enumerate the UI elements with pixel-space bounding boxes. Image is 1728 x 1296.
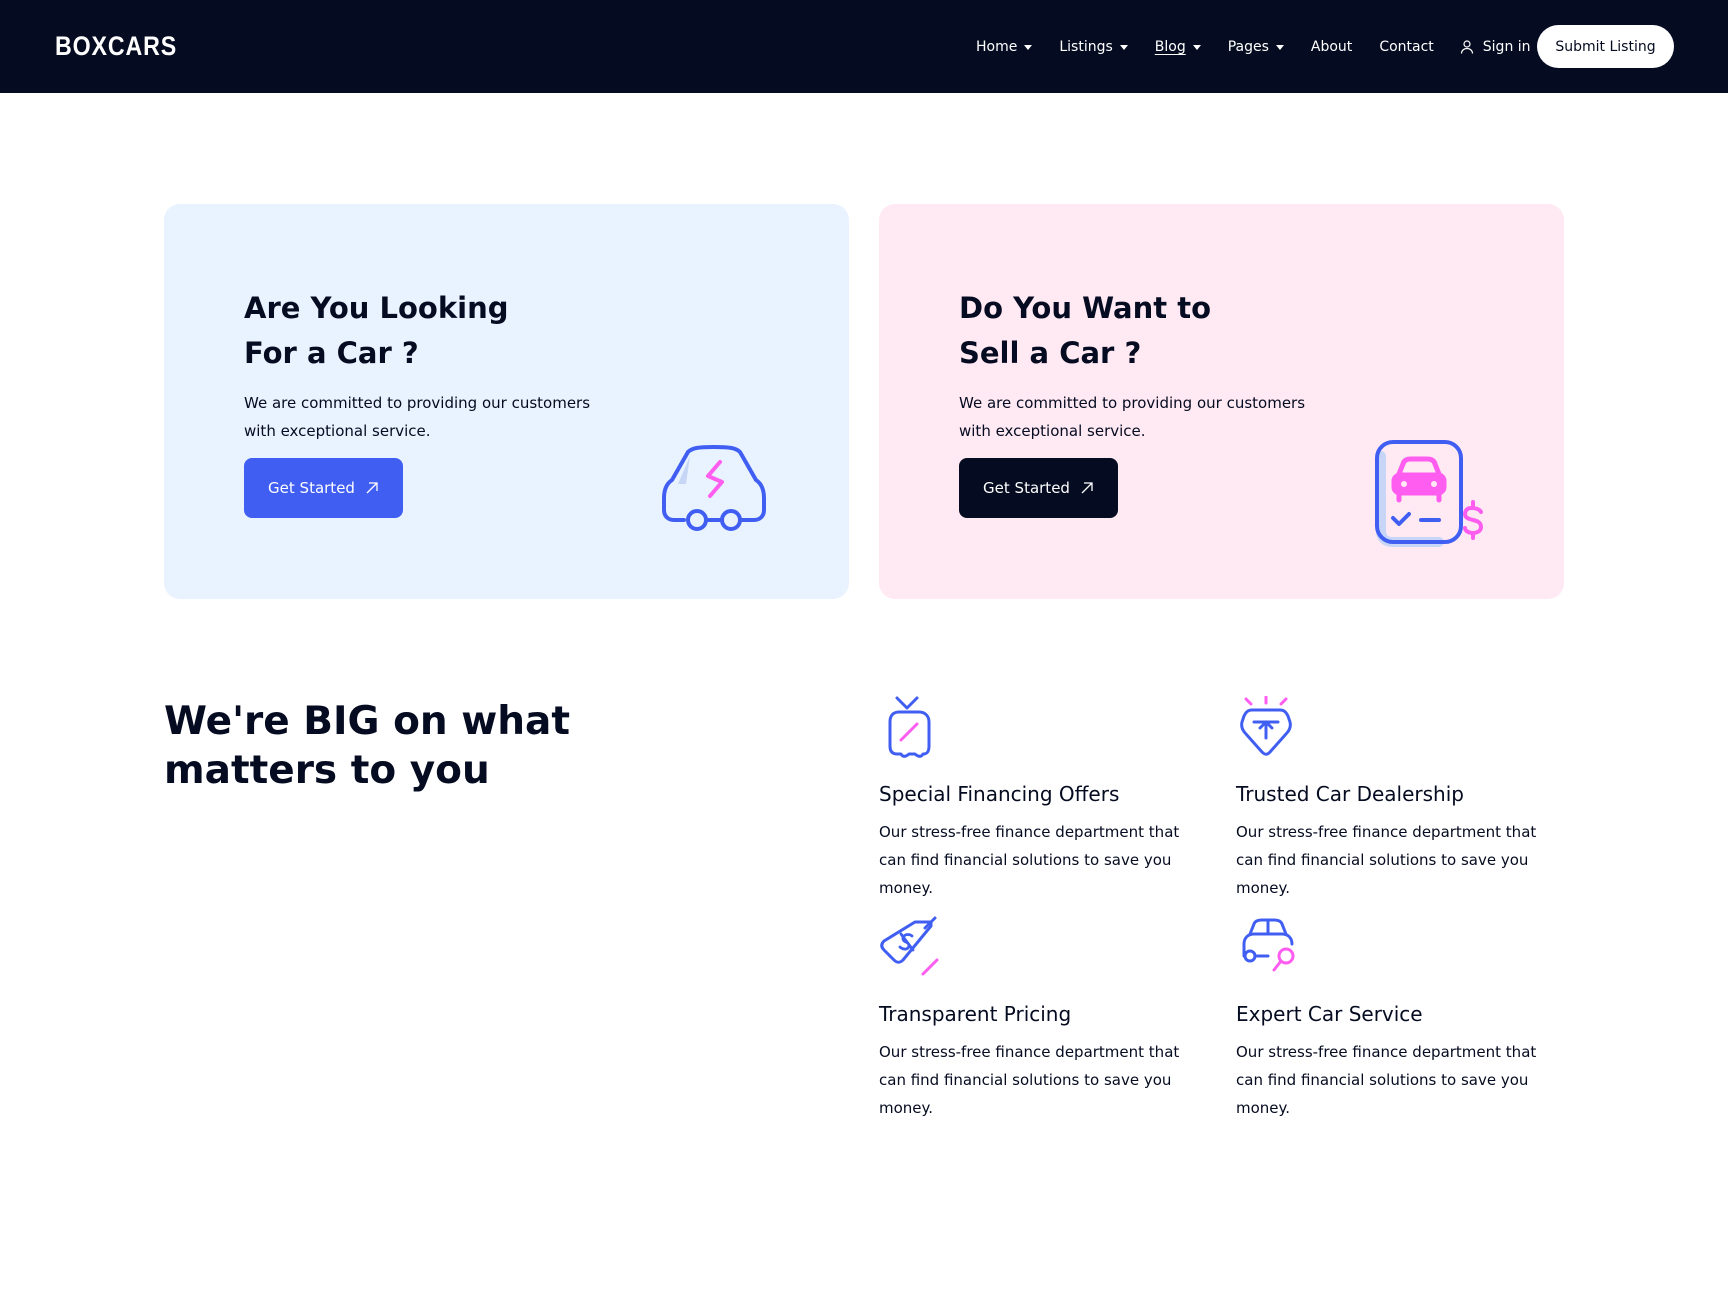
feature-title: Transparent Pricing — [879, 1002, 1072, 1026]
feature-text: Our stress-free finance department that … — [1236, 823, 1537, 897]
nav-label: Home — [976, 38, 1018, 55]
user-icon — [1460, 39, 1473, 54]
feature-text: Our stress-free finance department that … — [1236, 1043, 1537, 1117]
site-logo[interactable]: BOXCARS — [55, 31, 177, 62]
feature-item: Transparent Pricing Our stress-free fina… — [879, 916, 1219, 1122]
feature-text: Our stress-free finance department that … — [879, 823, 1180, 897]
nav-item-listings[interactable]: Listings — [1059, 38, 1128, 55]
submit-listing-button[interactable]: Submit Listing — [1537, 25, 1674, 68]
nav-label: Pages — [1227, 38, 1269, 55]
car-service-icon — [1242, 918, 1295, 972]
caret-down-icon — [1275, 44, 1284, 50]
arrow-up-right-icon — [366, 482, 378, 494]
feature-item: Expert Car Service Our stress-free finan… — [1236, 916, 1576, 1122]
feature-item: Special Financing Offers Our stress-free… — [879, 696, 1219, 902]
caret-down-icon — [1119, 44, 1128, 50]
features-title: We're BIG on what matters to you — [164, 697, 684, 795]
caret-down-icon — [1024, 44, 1033, 50]
electric-car-icon — [662, 445, 766, 531]
feature-title: Special Financing Offers — [879, 782, 1120, 806]
buy-card-title-line2: For a Car ? — [244, 336, 419, 370]
nav-label: About — [1310, 38, 1353, 55]
buy-card-title: Are You Looking For a Car ? — [244, 286, 508, 376]
diamond-badge-icon — [1240, 695, 1292, 756]
nav-item-home[interactable]: Home — [976, 38, 1033, 55]
price-tag-icon — [880, 916, 939, 976]
nav-item-about[interactable]: About — [1311, 39, 1352, 55]
site-header: BOXCARS Home Listings Blog Pages About C… — [0, 0, 1728, 93]
caret-down-icon — [1192, 44, 1201, 50]
nav-item-blog[interactable]: Blog — [1155, 39, 1201, 55]
sell-card-title-line1: Do You Want to — [959, 291, 1212, 325]
sign-in-label: Sign in — [1482, 38, 1531, 55]
button-label: Get Started — [268, 479, 355, 497]
feature-text: Our stress-free finance department that … — [879, 1043, 1180, 1117]
nav-label: Blog — [1154, 38, 1186, 55]
sell-car-card: Do You Want to Sell a Car ? We are commi… — [879, 204, 1564, 599]
sell-card-title-line2: Sell a Car ? — [959, 336, 1142, 370]
financing-tag-icon — [888, 696, 931, 758]
nav-label: Listings — [1059, 38, 1113, 55]
sell-car-document-icon — [1375, 440, 1483, 547]
feature-title: Trusted Car Dealership — [1236, 782, 1464, 806]
sell-get-started-button[interactable]: Get Started — [959, 458, 1118, 518]
nav-item-contact[interactable]: Contact — [1379, 39, 1433, 55]
features-title-line1: We're BIG on what — [164, 699, 570, 744]
buy-car-card: Are You Looking For a Car ? We are commi… — [164, 204, 849, 599]
nav-label: Contact — [1379, 38, 1434, 55]
buy-get-started-button[interactable]: Get Started — [244, 458, 403, 518]
sell-card-text: We are committed to providing our custom… — [959, 394, 1306, 440]
feature-title: Expert Car Service — [1236, 1002, 1423, 1026]
nav-item-pages[interactable]: Pages — [1228, 39, 1284, 55]
feature-item: Trusted Car Dealership Our stress-free f… — [1236, 695, 1576, 902]
button-label: Get Started — [983, 479, 1070, 497]
sign-in-link[interactable]: Sign in — [1459, 39, 1531, 55]
main-nav: Home Listings Blog Pages About Contact S… — [976, 0, 1531, 93]
sell-card-title: Do You Want to Sell a Car ? — [959, 286, 1211, 376]
features-title-line2: matters to you — [164, 748, 490, 793]
arrow-up-right-icon — [1081, 482, 1093, 494]
buy-card-text: We are committed to providing our custom… — [244, 394, 591, 440]
buy-card-title-line1: Are You Looking — [244, 291, 509, 325]
